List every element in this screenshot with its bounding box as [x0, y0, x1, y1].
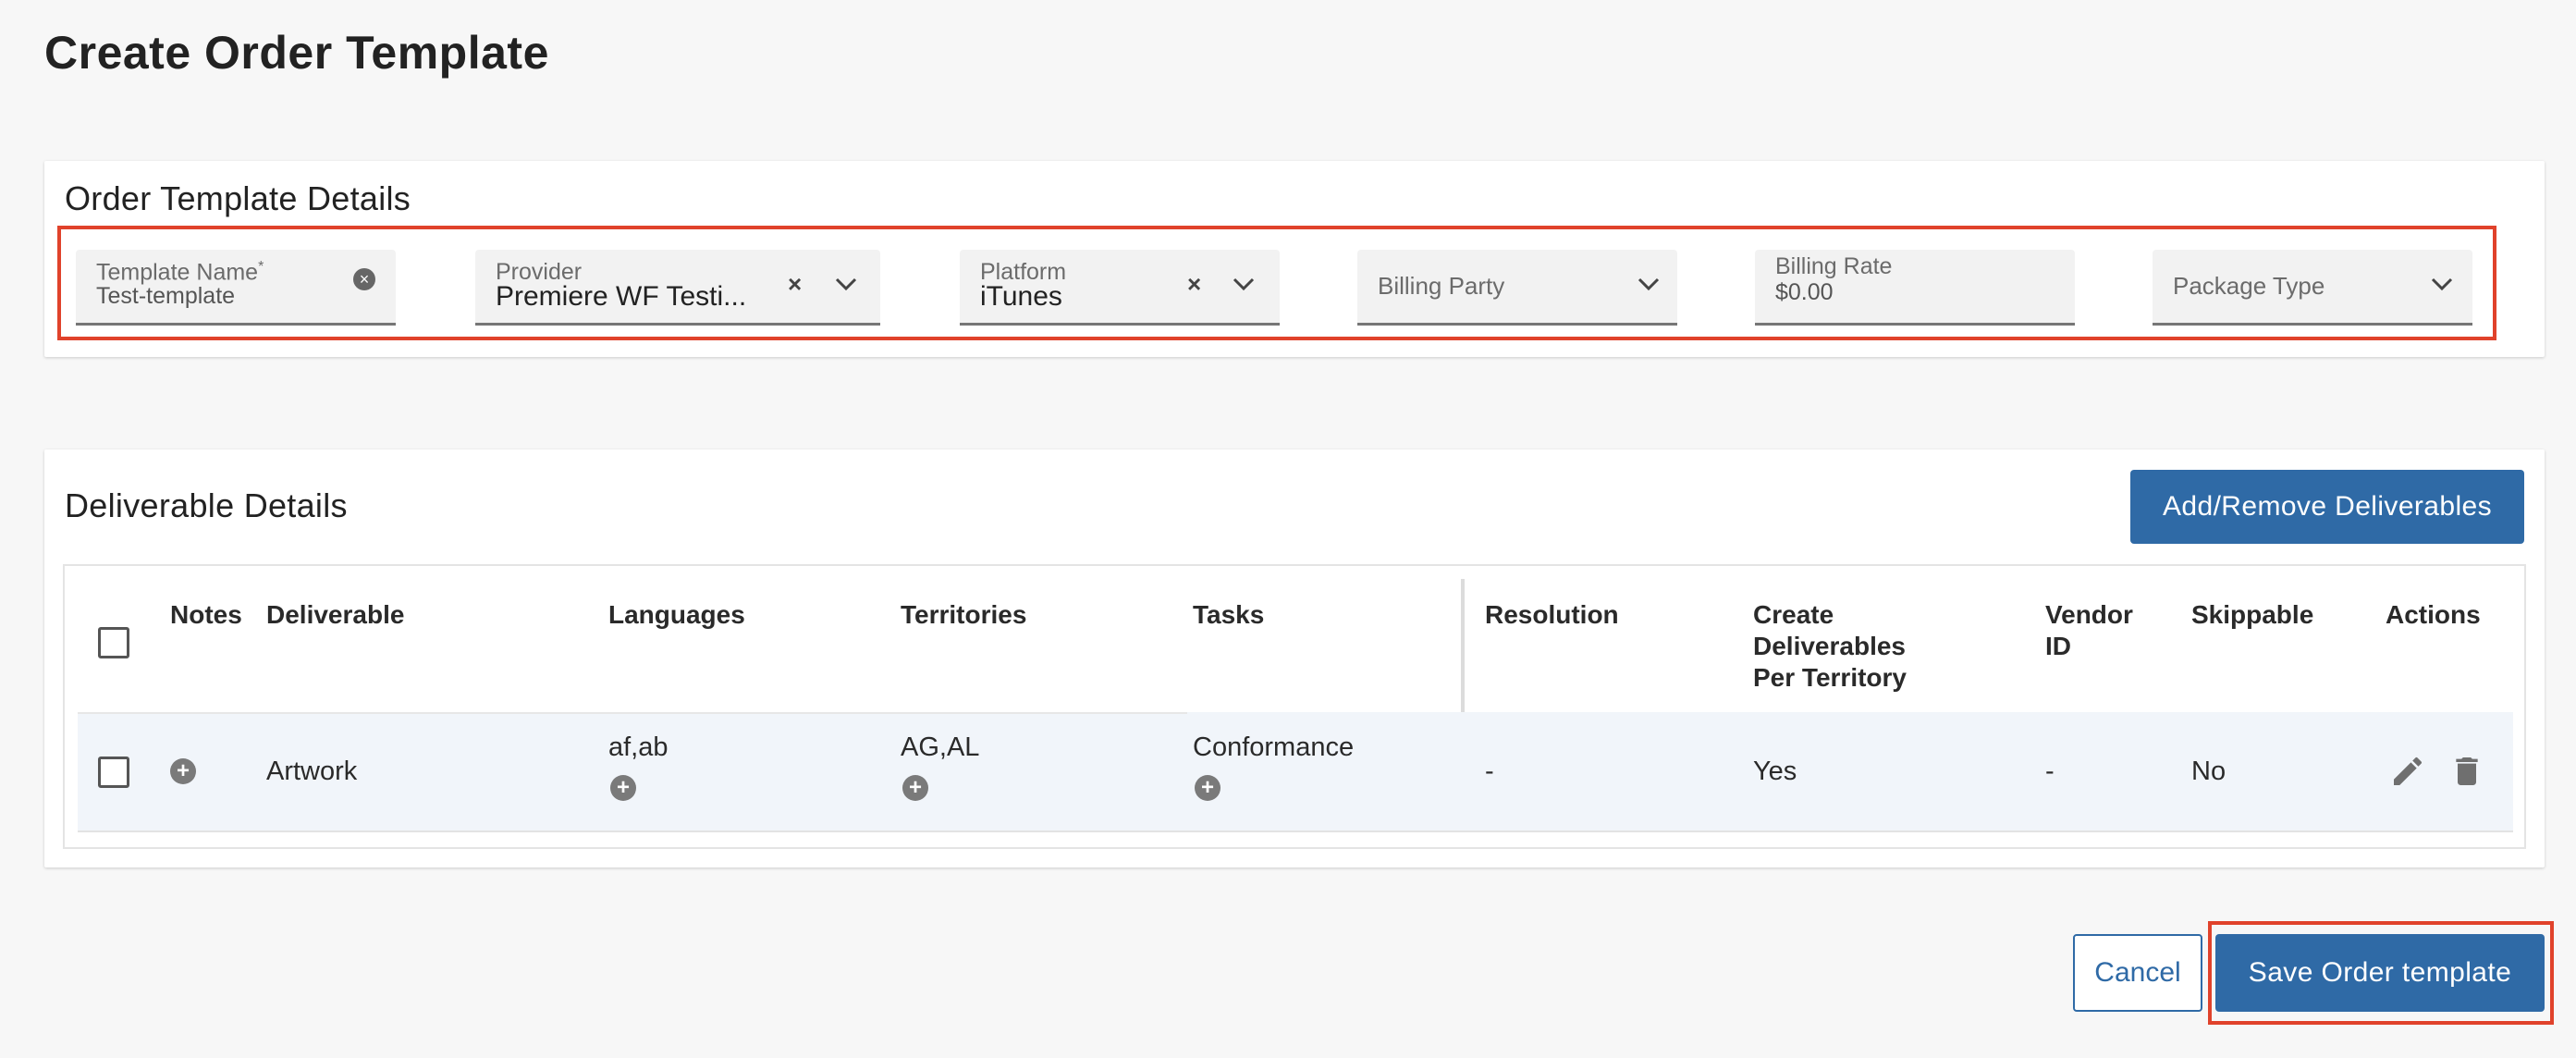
cell-resolution: - — [1485, 757, 1494, 786]
template-name-label: Template Name* — [96, 259, 264, 286]
column-header-create-per-territory: Create Deliverables Per Territory — [1753, 600, 1907, 692]
cancel-button[interactable]: Cancel — [2073, 934, 2202, 1012]
column-header-tasks: Tasks — [1193, 600, 1265, 629]
billing-rate-value[interactable]: $0.00 — [1775, 279, 1834, 306]
platform-select[interactable]: Platform iTunes × — [960, 250, 1280, 326]
add-note-plus-icon[interactable]: + — [170, 758, 196, 784]
select-all-checkbox[interactable] — [98, 627, 129, 658]
chevron-down-icon[interactable] — [834, 276, 858, 292]
cell-languages: af,ab — [608, 732, 669, 762]
cell-territories: AG,AL — [901, 732, 980, 762]
provider-select[interactable]: Provider Premiere WF Testi... × — [475, 250, 880, 326]
row-divider — [78, 830, 2513, 832]
row-select-checkbox[interactable] — [98, 757, 129, 788]
edit-pencil-icon[interactable] — [2389, 753, 2426, 790]
template-name-value[interactable]: Test-template — [96, 283, 235, 310]
cell-vendor-id: - — [2045, 757, 2055, 786]
clear-circle-icon[interactable]: × — [353, 268, 375, 290]
add-language-plus-icon[interactable]: + — [610, 775, 636, 801]
add-task-plus-icon[interactable]: + — [1195, 775, 1221, 801]
add-territory-plus-icon[interactable]: + — [902, 775, 928, 801]
template-name-field[interactable]: Template Name* Test-template × — [76, 250, 396, 326]
provider-value: Premiere WF Testi... — [496, 281, 747, 312]
delete-trash-icon[interactable] — [2448, 753, 2485, 790]
save-order-template-button[interactable]: Save Order template — [2215, 934, 2545, 1012]
chevron-down-icon[interactable] — [1232, 276, 1256, 292]
package-type-select[interactable]: Package Type — [2153, 250, 2472, 326]
column-header-skippable: Skippable — [2191, 600, 2314, 629]
cell-skippable: No — [2191, 757, 2226, 786]
chevron-down-icon[interactable] — [1637, 276, 1661, 292]
column-header-languages: Languages — [608, 600, 745, 629]
column-header-resolution: Resolution — [1485, 600, 1619, 629]
billing-rate-field[interactable]: Billing Rate $0.00 — [1755, 250, 2075, 326]
header-divider — [78, 712, 1187, 714]
clear-x-icon[interactable]: × — [788, 272, 802, 296]
deliverables-section-title: Deliverable Details — [65, 486, 348, 524]
column-header-actions: Actions — [2386, 600, 2481, 629]
table-row-background — [78, 712, 2513, 830]
cell-deliverable: Artwork — [266, 757, 358, 786]
order-template-details-card: Order Template Details Template Name* Te… — [44, 161, 2545, 357]
billing-rate-label: Billing Rate — [1775, 253, 1893, 279]
billing-party-select[interactable]: Billing Party — [1357, 250, 1677, 326]
add-remove-deliverables-button[interactable]: Add/Remove Deliverables — [2130, 470, 2524, 544]
details-section-title: Order Template Details — [65, 179, 411, 217]
column-header-vendor-id: Vendor ID — [2045, 600, 2133, 660]
column-header-notes: Notes — [170, 600, 242, 629]
deliverables-table: Notes Deliverable Languages Territories … — [63, 564, 2526, 849]
package-type-placeholder: Package Type — [2173, 272, 2325, 300]
cell-tasks: Conformance — [1193, 732, 1355, 762]
cell-create-per-territory: Yes — [1753, 757, 1797, 786]
clear-x-icon[interactable]: × — [1187, 272, 1201, 296]
chevron-down-icon[interactable] — [2430, 276, 2454, 292]
column-header-deliverable: Deliverable — [266, 600, 405, 629]
billing-party-placeholder: Billing Party — [1378, 272, 1505, 300]
deliverable-details-card: Deliverable Details Add/Remove Deliverab… — [44, 449, 2545, 867]
column-divider — [1461, 579, 1465, 712]
page-title: Create Order Template — [44, 27, 549, 79]
column-header-territories: Territories — [901, 600, 1027, 629]
platform-value: iTunes — [980, 281, 1062, 312]
